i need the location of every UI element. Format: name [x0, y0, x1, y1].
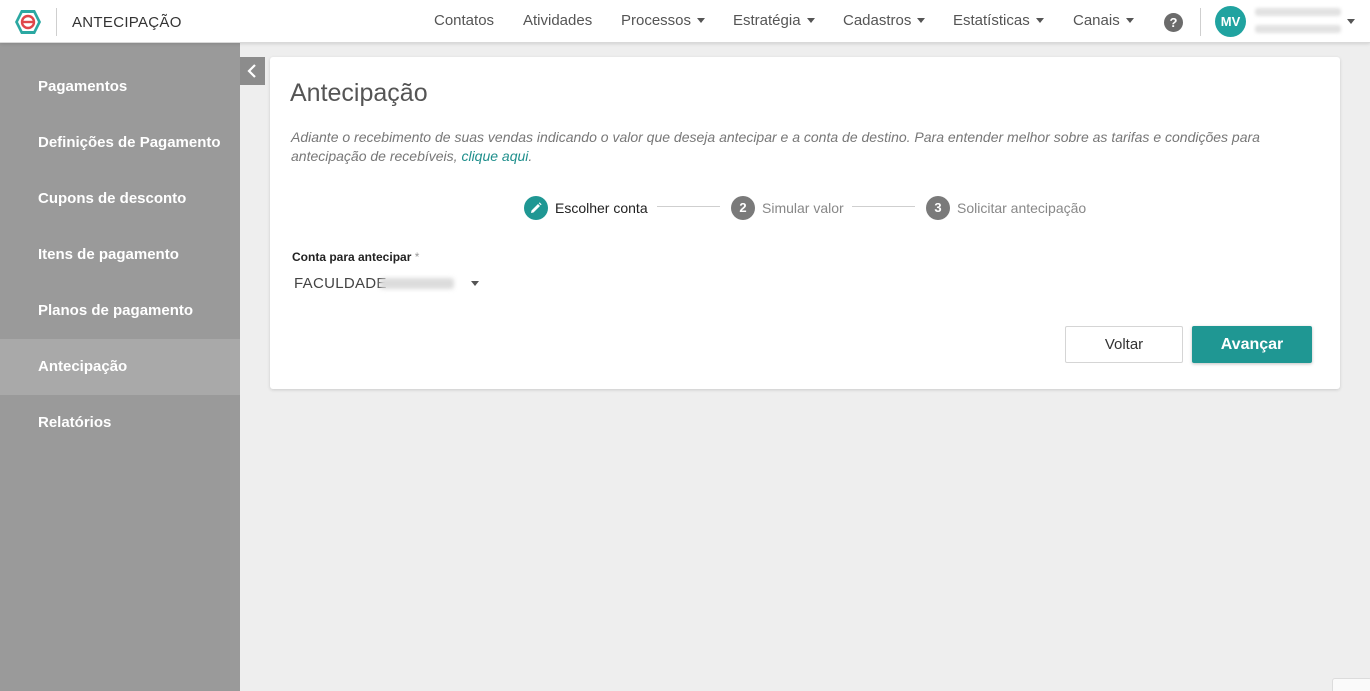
nav-cadastros[interactable]: Cadastros	[843, 12, 926, 29]
account-name-redacted	[380, 278, 454, 289]
chevron-down-icon[interactable]	[471, 281, 479, 286]
caret-down-icon	[806, 17, 815, 23]
sidebar-collapse-button[interactable]	[240, 57, 265, 85]
step-escolher-conta: Escolher conta	[524, 196, 648, 220]
sidebar-item-cupons-de-desconto[interactable]: Cupons de desconto	[0, 171, 240, 227]
caret-down-icon	[917, 17, 926, 23]
step-label: Solicitar antecipação	[957, 200, 1087, 216]
help-link[interactable]: clique aqui	[461, 148, 528, 164]
caret-down-icon	[697, 17, 706, 23]
help-icon[interactable]: ?	[1164, 13, 1183, 32]
sidebar-item-planos-de-pagamento[interactable]: Planos de pagamento	[0, 283, 240, 339]
sidebar-item-definicoes-de-pagamento[interactable]: Definições de Pagamento	[0, 115, 240, 171]
step-simular-valor: 2 Simular valor	[731, 196, 844, 220]
user-menu-caret-icon[interactable]	[1347, 19, 1355, 24]
back-button[interactable]: Voltar	[1065, 326, 1183, 363]
page-description: Adiante o recebimento de suas vendas ind…	[291, 129, 1260, 164]
step-number: 3	[926, 196, 950, 220]
account-field-label: Conta para antecipar *	[292, 250, 420, 264]
nav-estatisticas[interactable]: Estatísticas	[953, 12, 1044, 29]
user-email-redacted	[1255, 25, 1341, 33]
sidebar-item-relatorios[interactable]: Relatórios	[0, 395, 240, 451]
caret-down-icon	[1035, 17, 1044, 23]
sidebar-item-itens-de-pagamento[interactable]: Itens de pagamento	[0, 227, 240, 283]
page-title: Antecipação	[290, 79, 428, 107]
step-connector	[852, 206, 915, 207]
step-connector	[657, 206, 720, 207]
user-name-redacted	[1255, 8, 1341, 16]
sidebar: Pagamentos Definições de Pagamento Cupon…	[0, 43, 240, 691]
nav-canais[interactable]: Canais	[1073, 12, 1134, 29]
header-divider	[1200, 8, 1201, 36]
step-label: Simular valor	[762, 200, 844, 216]
step-number: 2	[731, 196, 755, 220]
avatar[interactable]: MV	[1215, 6, 1246, 37]
sidebar-item-antecipacao[interactable]: Antecipação	[0, 339, 240, 395]
nav-atividades[interactable]: Atividades	[523, 12, 592, 29]
step-solicitar-antecipacao: 3 Solicitar antecipação	[926, 196, 1086, 220]
nav-contatos[interactable]: Contatos	[434, 12, 494, 29]
next-button[interactable]: Avançar	[1192, 326, 1312, 363]
sidebar-item-pagamentos[interactable]: Pagamentos	[0, 59, 240, 115]
nav-processos[interactable]: Processos	[621, 12, 706, 29]
logo-icon[interactable]	[14, 9, 42, 35]
nav-estrategia[interactable]: Estratégia	[733, 12, 815, 29]
header-divider	[56, 8, 57, 36]
corner-widget[interactable]	[1332, 678, 1370, 691]
pencil-icon	[524, 196, 548, 220]
account-select[interactable]: FACULDADE	[294, 275, 387, 292]
step-label: Escolher conta	[555, 200, 648, 216]
caret-down-icon	[1125, 17, 1134, 23]
app-title: ANTECIPAÇÃO	[72, 14, 182, 31]
chevron-left-icon	[246, 63, 256, 78]
top-bar: ANTECIPAÇÃO Contatos Atividades Processo…	[0, 0, 1370, 43]
anticipation-card: Antecipação Adiante o recebimento de sua…	[270, 57, 1340, 389]
